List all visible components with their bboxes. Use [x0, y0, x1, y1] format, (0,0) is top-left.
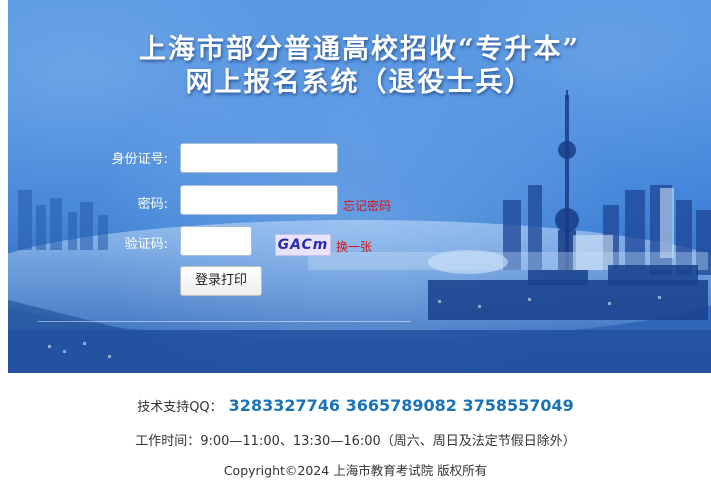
form-divider: [38, 321, 411, 322]
password-input[interactable]: [180, 185, 338, 215]
page-title-line2: 网上报名系统（退役士兵）: [185, 67, 534, 98]
login-print-button[interactable]: 登录打印: [180, 266, 262, 296]
id-number-input[interactable]: [180, 143, 338, 173]
captcha-label: 验证码:: [124, 237, 168, 252]
password-label: 密码:: [137, 197, 168, 212]
support-qq-line: 技术支持QQ： 3283327746 3665789082 3758557049: [0, 396, 711, 415]
captcha-input[interactable]: [180, 226, 252, 256]
copyright-text: Copyright©2024 上海市教育考试院 版权所有: [223, 463, 488, 478]
id-number-label: 身份证号:: [111, 152, 168, 167]
support-qq-label: 技术支持QQ：: [137, 400, 223, 415]
forgot-password-link[interactable]: 忘记密码: [343, 197, 391, 214]
captcha-image[interactable]: GACm: [275, 234, 331, 256]
page: 上海市部分普通高校招收“专升本” 网上报名系统（退役士兵） 身份证号: 密码: …: [0, 0, 711, 488]
header-banner: 上海市部分普通高校招收“专升本” 网上报名系统（退役士兵）: [8, 0, 711, 373]
work-time-text: 工作时间：9:00—11:00、13:30—16:00（周六、周日及法定节假日除…: [135, 434, 576, 449]
refresh-captcha-link[interactable]: 换一张: [336, 238, 372, 255]
support-qq-numbers: 3283327746 3665789082 3758557049: [228, 396, 574, 415]
